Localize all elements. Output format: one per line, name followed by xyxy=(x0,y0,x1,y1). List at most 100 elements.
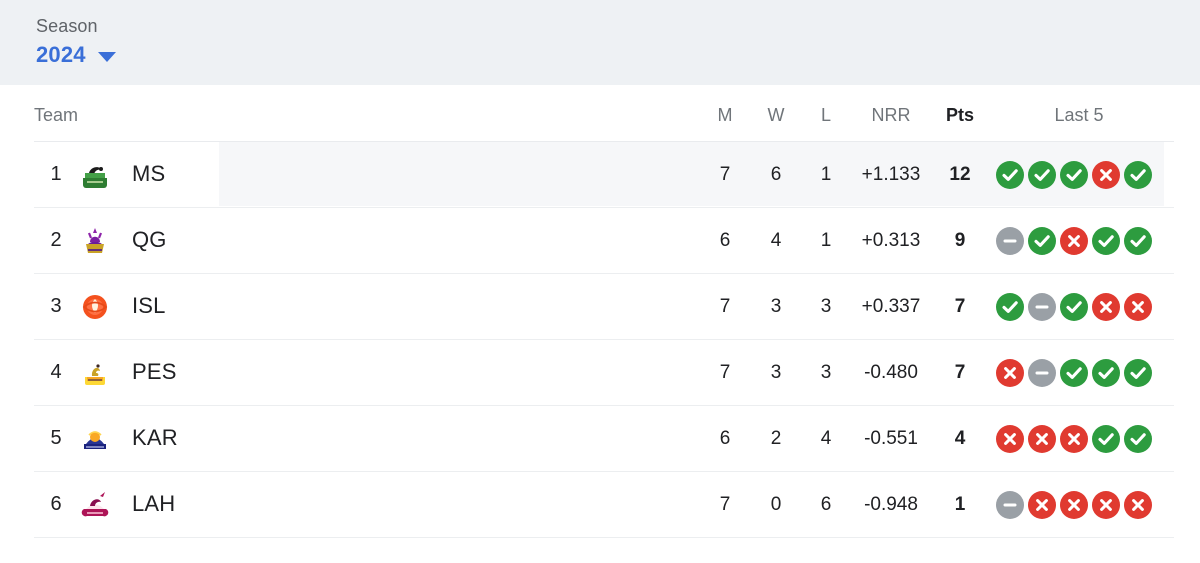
result-no-result-icon xyxy=(996,491,1024,519)
stat-wins: 0 xyxy=(770,494,782,515)
stat-nrr: +0.313 xyxy=(861,230,921,251)
column-header-points: Pts xyxy=(945,105,974,125)
peshawar-zalmi-logo xyxy=(78,356,112,390)
result-win-icon xyxy=(996,161,1024,189)
season-dropdown[interactable]: 2024 xyxy=(36,42,116,68)
result-win-icon xyxy=(1060,293,1088,321)
table-row[interactable]: 2 QG 6 4 1 +0.313 9 xyxy=(34,208,1174,274)
stat-wins: 3 xyxy=(770,362,782,383)
stat-matches: 7 xyxy=(719,362,731,383)
standings-table: Team M W L NRR Pts Last 5 1 MS 7 6 1 +1.133 12… xyxy=(8,85,1192,563)
team-rank: 1 xyxy=(50,163,62,185)
result-win-icon xyxy=(1028,227,1056,255)
result-win-icon xyxy=(1092,359,1120,387)
result-win-icon xyxy=(1060,359,1088,387)
last-5-results xyxy=(996,161,1164,189)
team-name[interactable]: LAH xyxy=(132,491,175,517)
karachi-kings-logo xyxy=(78,422,112,456)
last-5-results xyxy=(996,293,1164,321)
column-header-wins: W xyxy=(767,105,785,125)
result-no-result-icon xyxy=(1028,293,1056,321)
result-no-result-icon xyxy=(1028,359,1056,387)
result-win-icon xyxy=(1124,161,1152,189)
stat-losses: 1 xyxy=(820,164,832,185)
column-header-losses: L xyxy=(820,105,831,125)
stat-wins: 4 xyxy=(770,230,782,251)
stat-nrr: +0.337 xyxy=(861,296,921,317)
column-header-last5: Last 5 xyxy=(1054,105,1104,125)
team-rank: 5 xyxy=(50,427,62,449)
stat-matches: 6 xyxy=(719,428,731,449)
result-loss-icon xyxy=(1092,161,1120,189)
team-name[interactable]: QG xyxy=(132,227,167,253)
stat-wins: 3 xyxy=(770,296,782,317)
stat-losses: 6 xyxy=(820,494,832,515)
last-5-results xyxy=(996,359,1164,387)
stat-losses: 1 xyxy=(820,230,832,251)
result-win-icon xyxy=(1124,425,1152,453)
result-win-icon xyxy=(1092,425,1120,453)
table-row[interactable]: 6 LAH 7 0 6 -0.948 1 xyxy=(34,472,1174,538)
multan-sultans-logo xyxy=(78,158,112,192)
season-label: Season xyxy=(36,16,98,36)
points-table-page: Season 2024 Team M W L NRR Pts Last 5 1M… xyxy=(0,0,1200,563)
table-row[interactable]: 4 PES 7 3 3 -0.480 7 xyxy=(34,340,1174,406)
last-5-results xyxy=(996,227,1164,255)
stat-matches: 7 xyxy=(719,164,731,185)
islamabad-united-logo xyxy=(78,290,112,324)
stat-nrr: -0.551 xyxy=(864,428,918,449)
team-rank: 6 xyxy=(50,493,62,515)
lahore-qalandars-logo xyxy=(78,488,112,522)
result-loss-icon xyxy=(1060,425,1088,453)
column-header-team: Team xyxy=(34,105,79,125)
result-win-icon xyxy=(996,293,1024,321)
result-win-icon xyxy=(1060,161,1088,189)
table-body: 1 MS 7 6 1 +1.133 12 2 QG 6 4 1 +0.313 9 3 ISL 7 3 3 +0.337… xyxy=(8,142,1192,538)
stat-nrr: -0.948 xyxy=(864,494,918,515)
team-name[interactable]: PES xyxy=(132,359,177,385)
team-name[interactable]: ISL xyxy=(132,293,166,319)
table-row[interactable]: 3 ISL 7 3 3 +0.337 7 xyxy=(34,274,1174,340)
stat-points: 7 xyxy=(954,362,966,383)
result-win-icon xyxy=(1092,227,1120,255)
stat-wins: 6 xyxy=(770,164,782,185)
stat-matches: 7 xyxy=(719,494,731,515)
season-banner: Season 2024 xyxy=(0,0,1200,85)
team-rank: 2 xyxy=(50,229,62,251)
table-footer-spacer xyxy=(8,538,1192,562)
result-loss-icon xyxy=(996,425,1024,453)
result-win-icon xyxy=(1124,227,1152,255)
stat-losses: 4 xyxy=(820,428,832,449)
last-5-results xyxy=(996,425,1164,453)
result-loss-icon xyxy=(1028,491,1056,519)
stat-points: 7 xyxy=(954,296,966,317)
result-loss-icon xyxy=(1124,293,1152,321)
table-row[interactable]: 5 KAR 6 2 4 -0.551 4 xyxy=(34,406,1174,472)
result-loss-icon xyxy=(1060,491,1088,519)
team-name[interactable]: KAR xyxy=(132,425,178,451)
stat-matches: 6 xyxy=(719,230,731,251)
quetta-gladiators-logo xyxy=(78,224,112,258)
table-row[interactable]: 1 MS 7 6 1 +1.133 12 xyxy=(34,142,1174,208)
stat-wins: 2 xyxy=(770,428,782,449)
stat-points: 4 xyxy=(954,428,966,449)
stat-losses: 3 xyxy=(820,362,832,383)
stat-points: 12 xyxy=(949,164,971,185)
result-loss-icon xyxy=(1060,227,1088,255)
stat-matches: 7 xyxy=(719,296,731,317)
result-loss-icon xyxy=(1124,491,1152,519)
column-header-nrr: NRR xyxy=(871,105,911,125)
result-loss-icon xyxy=(1028,425,1056,453)
team-rank: 3 xyxy=(50,295,62,317)
result-loss-icon xyxy=(996,359,1024,387)
stat-points: 1 xyxy=(954,494,966,515)
result-no-result-icon xyxy=(996,227,1024,255)
chevron-down-icon xyxy=(97,52,116,62)
stat-nrr: -0.480 xyxy=(864,362,918,383)
team-rank: 4 xyxy=(50,361,62,383)
result-win-icon xyxy=(1028,161,1056,189)
team-name[interactable]: MS xyxy=(132,161,165,187)
stat-points: 9 xyxy=(954,230,966,251)
stat-nrr: +1.133 xyxy=(861,164,921,185)
result-loss-icon xyxy=(1092,293,1120,321)
